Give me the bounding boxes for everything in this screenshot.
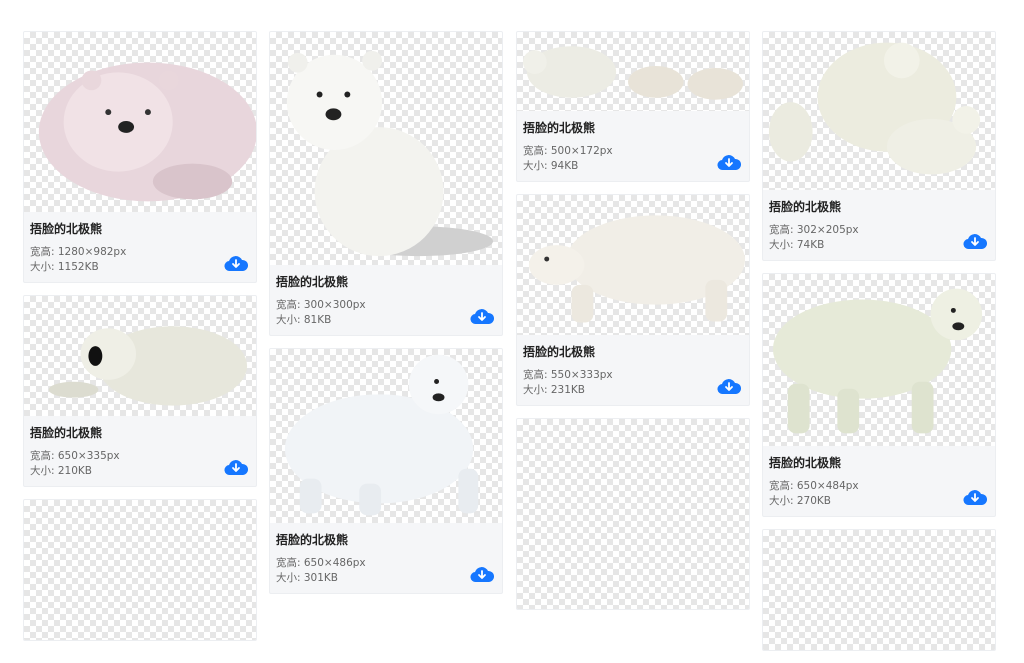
grid-column-4: 捂脸的北极熊 宽高: 302×205px 大小: 74KB 捂脸的北极熊 宽高:… xyxy=(762,31,996,663)
cloud-download-icon[interactable] xyxy=(963,232,988,250)
image-thumbnail[interactable] xyxy=(517,32,749,111)
card-info: 捂脸的北极熊 宽高: 302×205px 大小: 74KB xyxy=(763,190,995,260)
cloud-download-icon[interactable] xyxy=(717,377,742,395)
filesize-text: 大小: 74KB xyxy=(769,239,825,251)
card-meta: 宽高: 550×333px 大小: 231KB xyxy=(523,368,743,398)
image-thumbnail[interactable] xyxy=(270,32,502,265)
polar-bear-image xyxy=(286,50,494,257)
polar-bear-image xyxy=(284,354,479,516)
filesize-text: 大小: 94KB xyxy=(523,160,579,172)
card-title: 捂脸的北极熊 xyxy=(30,426,103,440)
image-masonry-grid: 捂脸的北极熊 宽高: 1280×982px 大小: 1152KB 捂脸的北极熊 … xyxy=(0,0,1024,651)
dimensions-text: 宽高: 550×333px xyxy=(523,369,613,381)
filesize-text: 大小: 270KB xyxy=(769,495,832,507)
filesize-text: 大小: 210KB xyxy=(30,465,93,477)
card-info: 捂脸的北极熊 宽高: 550×333px 大小: 231KB xyxy=(517,335,749,405)
cloud-download-icon[interactable] xyxy=(470,565,495,583)
card-meta: 宽高: 302×205px 大小: 74KB xyxy=(769,223,989,253)
dimensions-text: 宽高: 650×484px xyxy=(769,480,859,492)
grid-column-3: 捂脸的北极熊 宽高: 500×172px 大小: 94KB 捂脸的北极熊 宽高:… xyxy=(516,31,750,622)
cloud-download-icon[interactable] xyxy=(470,307,495,325)
card-title: 捂脸的北极熊 xyxy=(769,456,842,470)
card-info: 捂脸的北极熊 宽高: 650×486px 大小: 301KB xyxy=(270,523,502,593)
image-thumbnail[interactable] xyxy=(24,32,256,212)
card-meta: 宽高: 1280×982px 大小: 1152KB xyxy=(30,245,250,275)
card-title: 捂脸的北极熊 xyxy=(769,200,842,214)
filesize-text: 大小: 301KB xyxy=(276,572,339,584)
card-info: 捂脸的北极熊 宽高: 300×300px 大小: 81KB xyxy=(270,265,502,335)
image-thumbnail[interactable] xyxy=(763,274,995,446)
image-card[interactable]: 捂脸的北极熊 宽高: 650×335px 大小: 210KB xyxy=(23,295,257,487)
image-thumbnail[interactable] xyxy=(763,32,995,190)
card-info: 捂脸的北极熊 宽高: 1280×982px 大小: 1152KB xyxy=(24,212,256,282)
image-card[interactable]: 捂脸的北极熊 宽高: 550×333px 大小: 231KB xyxy=(516,194,750,406)
cloud-download-icon[interactable] xyxy=(224,458,249,476)
dimensions-text: 宽高: 300×300px xyxy=(276,299,366,311)
image-card[interactable] xyxy=(762,529,996,651)
image-thumbnail[interactable] xyxy=(270,349,502,523)
dimensions-text: 宽高: 500×172px xyxy=(523,145,613,157)
card-meta: 宽高: 650×486px 大小: 301KB xyxy=(276,556,496,586)
dimensions-text: 宽高: 650×486px xyxy=(276,557,366,569)
card-info: 捂脸的北极熊 宽高: 650×335px 大小: 210KB xyxy=(24,416,256,486)
polar-bear-image xyxy=(522,46,744,100)
cloud-download-icon[interactable] xyxy=(224,254,249,272)
image-thumbnail[interactable] xyxy=(24,296,256,416)
filesize-text: 大小: 1152KB xyxy=(30,261,99,273)
filesize-text: 大小: 81KB xyxy=(276,314,332,326)
image-card[interactable]: 捂脸的北极熊 宽高: 300×300px 大小: 81KB xyxy=(269,31,503,336)
image-card[interactable]: 捂脸的北极熊 宽高: 650×486px 大小: 301KB xyxy=(269,348,503,594)
card-info: 捂脸的北极熊 宽高: 500×172px 大小: 94KB xyxy=(517,111,749,181)
filesize-text: 大小: 231KB xyxy=(523,384,586,396)
card-title: 捂脸的北极熊 xyxy=(276,275,349,289)
image-thumbnail[interactable] xyxy=(517,195,749,335)
cloud-download-icon[interactable] xyxy=(717,153,742,171)
image-card[interactable] xyxy=(516,418,750,610)
card-title: 捂脸的北极熊 xyxy=(30,222,103,236)
polar-bear-image xyxy=(48,326,248,406)
card-meta: 宽高: 650×484px 大小: 270KB xyxy=(769,479,989,509)
card-info: 捂脸的北极熊 宽高: 650×484px 大小: 270KB xyxy=(763,446,995,516)
image-card[interactable] xyxy=(23,499,257,641)
image-card[interactable]: 捂脸的北极熊 宽高: 302×205px 大小: 74KB xyxy=(762,31,996,261)
dimensions-text: 宽高: 1280×982px xyxy=(30,246,127,258)
card-meta: 宽高: 650×335px 大小: 210KB xyxy=(30,449,250,479)
card-title: 捂脸的北极熊 xyxy=(523,121,596,135)
polar-bear-image xyxy=(528,215,746,323)
image-card[interactable]: 捂脸的北极熊 宽高: 1280×982px 大小: 1152KB xyxy=(23,31,257,283)
card-meta: 宽高: 300×300px 大小: 81KB xyxy=(276,298,496,328)
grid-column-2: 捂脸的北极熊 宽高: 300×300px 大小: 81KB 捂脸的北极熊 宽高:… xyxy=(269,31,503,606)
image-thumbnail[interactable] xyxy=(24,500,256,640)
image-thumbnail[interactable] xyxy=(517,419,749,609)
image-card[interactable]: 捂脸的北极熊 宽高: 650×484px 大小: 270KB xyxy=(762,273,996,517)
cloud-download-icon[interactable] xyxy=(963,488,988,506)
polar-bear-image xyxy=(768,42,981,175)
image-thumbnail[interactable] xyxy=(763,530,995,650)
card-title: 捂脸的北极熊 xyxy=(276,533,349,547)
card-title: 捂脸的北极熊 xyxy=(523,345,596,359)
dimensions-text: 宽高: 302×205px xyxy=(769,224,859,236)
dimensions-text: 宽高: 650×335px xyxy=(30,450,120,462)
polar-bear-image xyxy=(772,288,983,434)
card-meta: 宽高: 500×172px 大小: 94KB xyxy=(523,144,743,174)
polar-bear-image xyxy=(38,62,256,202)
image-card[interactable]: 捂脸的北极熊 宽高: 500×172px 大小: 94KB xyxy=(516,31,750,182)
grid-column-1: 捂脸的北极熊 宽高: 1280×982px 大小: 1152KB 捂脸的北极熊 … xyxy=(23,31,257,653)
